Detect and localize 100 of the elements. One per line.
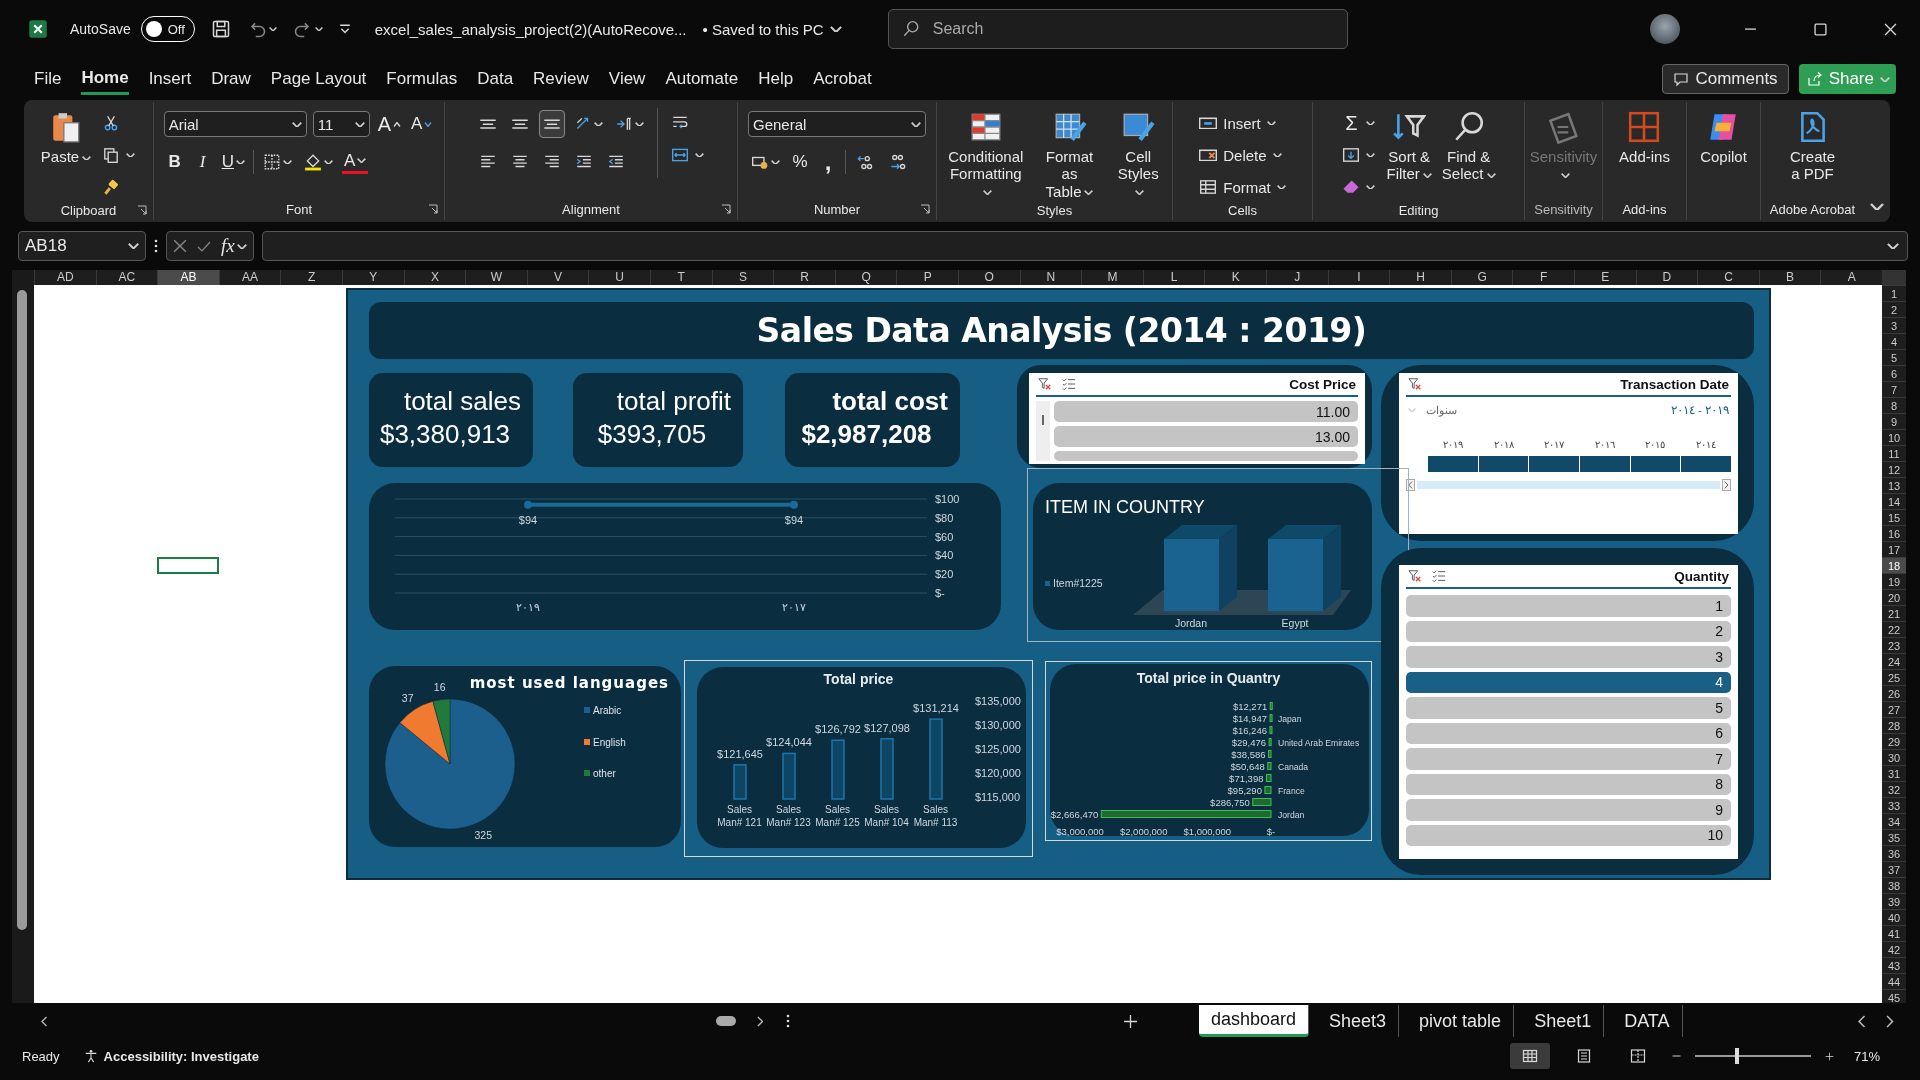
scrollbar[interactable]	[1036, 401, 1050, 461]
sheet-tab[interactable]: Sheet3	[1317, 1005, 1400, 1037]
ribbon-tab[interactable]: Acrobat	[813, 63, 872, 95]
row-header[interactable]: 29	[1882, 733, 1906, 749]
scrollbar-thumb[interactable]	[716, 1016, 736, 1026]
ribbon-button[interactable]: Copilot	[1698, 108, 1749, 168]
ribbon-tab[interactable]: Automate	[665, 63, 739, 95]
scrollbar-thumb[interactable]	[1042, 415, 1044, 425]
row-header[interactable]: 23	[1882, 637, 1906, 653]
ribbon-button[interactable]: Format as Table	[1034, 108, 1105, 202]
ribbon-button[interactable]: Find & Select	[1439, 108, 1498, 185]
timeline-segment[interactable]	[1478, 456, 1529, 472]
row-header[interactable]: 30	[1882, 749, 1906, 765]
enter-button[interactable]	[197, 240, 211, 252]
timeline-scrollbar[interactable]	[1406, 479, 1731, 491]
row-header[interactable]: 14	[1882, 493, 1906, 509]
row-header[interactable]: 22	[1882, 621, 1906, 637]
ribbon-button[interactable]: Cell Styles	[1110, 108, 1166, 202]
save-button[interactable]	[210, 19, 231, 39]
row-header[interactable]: 38	[1882, 877, 1906, 893]
row-header[interactable]: 34	[1882, 813, 1906, 829]
ribbon-tab[interactable]: Insert	[148, 63, 192, 95]
selected-cell[interactable]	[157, 557, 219, 574]
row-header[interactable]: 15	[1882, 509, 1906, 525]
ribbon-button[interactable]: Sort & Filter	[1384, 108, 1434, 185]
row-header[interactable]: 26	[1882, 685, 1906, 701]
row-header[interactable]: 19	[1882, 573, 1906, 589]
row-header[interactable]: 36	[1882, 845, 1906, 861]
ribbon-tab[interactable]: View	[608, 63, 646, 95]
dropdown-field[interactable]: General	[748, 111, 926, 137]
row-header[interactable]: 1	[1882, 285, 1906, 301]
row-header[interactable]: 7	[1882, 381, 1906, 397]
paste-button[interactable]: Paste	[38, 108, 94, 168]
multi-select-button[interactable]	[1062, 377, 1076, 391]
sheet-tab[interactable]: pivot table	[1407, 1005, 1515, 1037]
avatar[interactable]	[1650, 14, 1680, 44]
slicer-item[interactable]: 10	[1406, 824, 1731, 846]
cancel-button[interactable]	[173, 239, 187, 253]
slicer-item[interactable]: 7	[1406, 748, 1731, 770]
row-header[interactable]: 2	[1882, 301, 1906, 317]
ribbon-tab[interactable]: File	[34, 63, 62, 95]
slicer-item[interactable]: 6	[1406, 722, 1731, 744]
row-header[interactable]: 28	[1882, 717, 1906, 733]
sheet-tab[interactable]: dashboard	[1198, 1005, 1309, 1037]
multi-select-button[interactable]	[1432, 569, 1446, 583]
ribbon-tab[interactable]: Home	[81, 63, 129, 95]
row-header[interactable]: 16	[1882, 525, 1906, 541]
ribbon-tab[interactable]: Formulas	[386, 63, 458, 95]
save-status-button[interactable]: • Saved to this PC	[702, 20, 842, 38]
slicer-item[interactable]: 8	[1406, 773, 1731, 795]
ribbon-button[interactable]	[539, 110, 565, 138]
row-header[interactable]: 3	[1882, 317, 1906, 333]
ribbon-tab[interactable]: Data	[477, 63, 514, 95]
row-header[interactable]: 9	[1882, 413, 1906, 429]
insert-function-button[interactable]: fx	[221, 235, 247, 257]
ribbon-button[interactable]: A	[375, 111, 403, 137]
dropdown-field[interactable]: 11	[312, 111, 370, 137]
row-header[interactable]: 21	[1882, 605, 1906, 621]
comments-button[interactable]: Comments	[1662, 64, 1789, 94]
scrollbar-thumb[interactable]	[17, 290, 27, 930]
row-header[interactable]: 24	[1882, 653, 1906, 669]
dialog-launcher-button[interactable]	[428, 204, 438, 214]
slicer-item[interactable]: 2	[1406, 620, 1731, 642]
slicer-item[interactable]: 4	[1406, 671, 1731, 693]
ribbon-button[interactable]: A	[409, 111, 435, 137]
formula-input[interactable]	[261, 231, 1908, 261]
row-header[interactable]: 13	[1882, 477, 1906, 493]
row-header[interactable]: 4	[1882, 333, 1906, 349]
accessibility-button[interactable]: Accessibility: Investigate	[83, 1048, 259, 1064]
slider-thumb[interactable]	[1734, 1048, 1739, 1064]
dialog-launcher-button[interactable]	[920, 204, 930, 214]
ribbon-button[interactable]: I	[191, 149, 214, 175]
row-header[interactable]: 25	[1882, 669, 1906, 685]
timeline-segment[interactable]	[1630, 456, 1681, 472]
row-header[interactable]: 20	[1882, 589, 1906, 605]
row-header[interactable]: 33	[1882, 797, 1906, 813]
customize-button[interactable]	[338, 24, 351, 34]
ribbon-button[interactable]: Insert	[1196, 110, 1289, 136]
row-header[interactable]: 45	[1882, 989, 1906, 1005]
ribbon-tab[interactable]: Draw	[211, 63, 251, 95]
row-header[interactable]: 42	[1882, 941, 1906, 957]
slicer-item[interactable]: 3	[1406, 646, 1731, 668]
row-header[interactable]: 37	[1882, 861, 1906, 877]
row-header[interactable]: 10	[1882, 429, 1906, 445]
clear-filter-button[interactable]	[1408, 569, 1422, 583]
search-field[interactable]: Search	[887, 9, 1348, 49]
slicer-item[interactable]: 9	[1406, 799, 1731, 821]
row-header[interactable]: 44	[1882, 973, 1906, 989]
name-box[interactable]: AB18	[18, 231, 146, 261]
clear-filter-button[interactable]	[1038, 377, 1052, 391]
dropdown-field[interactable]: Arial	[163, 111, 307, 137]
row-header[interactable]: 18	[1882, 557, 1906, 573]
slicer-item[interactable]: 11.00	[1054, 401, 1358, 422]
row-header[interactable]: 11	[1882, 445, 1906, 461]
collapse-ribbon-button[interactable]	[1870, 203, 1884, 210]
ribbon-button[interactable]: A	[341, 150, 369, 174]
ribbon-button[interactable]: Add-ins	[1617, 108, 1672, 168]
dialog-launcher-button[interactable]	[137, 205, 147, 215]
period-dropdown[interactable]: سنوات	[1408, 403, 1457, 417]
slicer-item[interactable]: 13.00	[1054, 426, 1358, 447]
